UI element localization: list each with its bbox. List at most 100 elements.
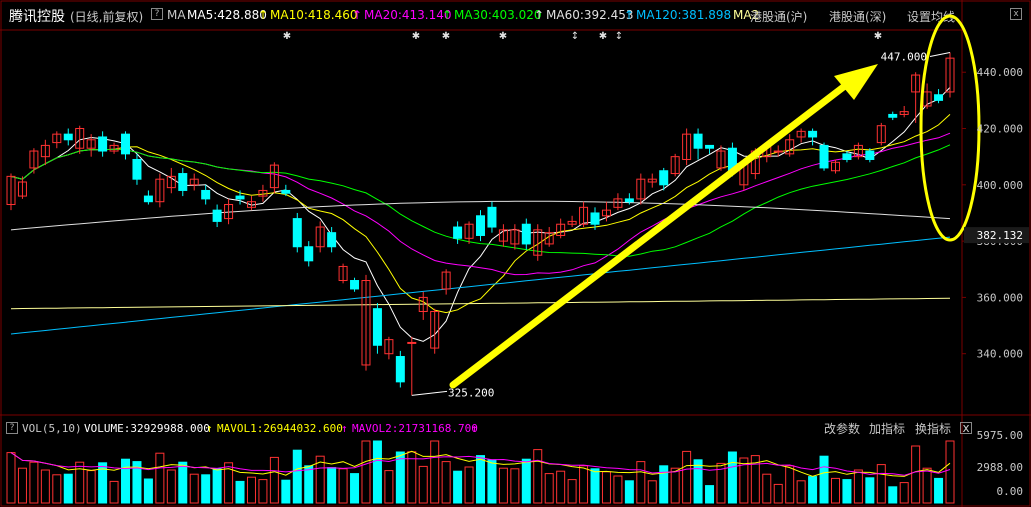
volume-bar xyxy=(384,470,394,504)
volume-bar xyxy=(613,475,623,504)
volume-bar xyxy=(86,470,96,504)
candle-body xyxy=(819,144,829,169)
candle-body xyxy=(304,246,314,262)
candle-body xyxy=(521,223,531,245)
candle-body xyxy=(842,153,852,160)
mavol2-trend-icon: ↑ xyxy=(471,422,478,435)
event-star-icon: ✱ xyxy=(442,31,450,42)
volume-bar xyxy=(727,451,737,504)
candle-body xyxy=(178,173,188,191)
candle-body xyxy=(659,170,669,186)
volume-bar xyxy=(17,467,27,504)
volume-bar xyxy=(441,461,451,504)
candle-body xyxy=(453,226,463,239)
volume-bar xyxy=(269,456,279,504)
candle-body xyxy=(143,195,153,203)
volume-bar xyxy=(601,471,611,504)
price-tick-label: 440.000 xyxy=(977,66,1023,79)
event-star-icon: ✱ xyxy=(874,31,882,42)
volume-bar xyxy=(785,465,795,504)
high-pointer xyxy=(929,52,951,58)
ma250-line xyxy=(10,297,951,310)
volume-bar xyxy=(533,449,543,504)
volume-bar xyxy=(29,461,39,504)
current-price-label: 382.132 xyxy=(977,229,1023,242)
volume-bar xyxy=(682,450,692,504)
candle-body xyxy=(395,356,405,383)
candle-body xyxy=(407,341,417,344)
volume-bar xyxy=(659,465,669,504)
volume-bar xyxy=(624,480,634,504)
volume-bar xyxy=(762,473,772,504)
volume-bar xyxy=(636,461,646,504)
volume-axis-label: 0.00 xyxy=(997,485,1024,498)
candle-body xyxy=(487,206,497,228)
high-price-label: 447.000 xyxy=(881,51,927,64)
candle-body xyxy=(590,212,600,225)
volume-bar xyxy=(556,470,566,504)
volume-label: VOL(5,10) xyxy=(22,422,82,435)
volume-bar xyxy=(945,440,955,504)
candle-body xyxy=(693,133,703,149)
volume-bar xyxy=(178,461,188,504)
mavol2-value: MAVOL2:21731168.700 xyxy=(352,422,478,435)
event-star-icon: ✱ xyxy=(499,31,507,42)
volume-bar xyxy=(258,479,268,504)
candle-body xyxy=(132,158,142,180)
volume-bar xyxy=(189,473,199,504)
price-tick-label: 400.000 xyxy=(977,179,1023,192)
candle-body xyxy=(476,215,485,236)
volume-value: VOLUME:32929988.000 xyxy=(84,422,210,435)
volume-bar xyxy=(590,468,600,504)
volume-bars: 5975.002988.000.00 xyxy=(6,429,1024,504)
volume-bar xyxy=(453,470,463,504)
candle-body xyxy=(281,189,291,194)
volume-close-button[interactable]: x xyxy=(960,422,972,434)
candle-body xyxy=(327,232,337,248)
volume-bar xyxy=(796,480,806,504)
volume-help-button[interactable]: ? xyxy=(6,422,18,434)
candle-body xyxy=(98,136,108,152)
volume-bar xyxy=(544,473,554,504)
mavol2-arrow-icon: ↑ xyxy=(341,422,348,435)
volume-bar xyxy=(773,483,783,504)
volume-bar xyxy=(121,458,131,504)
volume-bar xyxy=(52,474,62,504)
volume-axis-label: 2988.00 xyxy=(977,461,1023,474)
volume-bar xyxy=(819,455,829,504)
event-arrow-icon: ↕ xyxy=(615,31,623,42)
volume-bar xyxy=(281,479,291,504)
volume-bar xyxy=(693,459,703,504)
candle-body xyxy=(350,280,360,290)
event-star-icon: ✱ xyxy=(412,31,420,42)
volume-bar xyxy=(350,473,360,504)
volume-bar xyxy=(842,479,852,504)
volume-bar xyxy=(579,465,589,504)
change-params-button[interactable]: 改参数 xyxy=(824,420,860,437)
volume-bar xyxy=(911,445,921,504)
candle-body xyxy=(934,94,944,101)
volume-bar xyxy=(487,459,497,504)
candle-body xyxy=(888,113,898,118)
volume-bar xyxy=(865,477,875,504)
volume-bar xyxy=(155,452,165,504)
volume-bar xyxy=(63,473,73,504)
volume-bar xyxy=(361,440,371,504)
add-indicator-button[interactable]: 加指标 xyxy=(869,420,905,437)
low-price-label: 325.200 xyxy=(448,386,494,399)
candle-body xyxy=(773,150,783,153)
ma120-line xyxy=(10,236,951,335)
volume-bar xyxy=(464,466,474,504)
volume-bar xyxy=(166,469,176,504)
volume-bar xyxy=(338,468,348,504)
switch-indicator-button[interactable]: 换指标 xyxy=(915,420,951,437)
volume-bar xyxy=(670,467,680,504)
volume-bar xyxy=(934,477,944,504)
volume-bar xyxy=(430,440,440,504)
volume-bar xyxy=(899,482,909,504)
volume-bar xyxy=(212,468,222,504)
volume-bar xyxy=(853,469,863,504)
ma20-line xyxy=(10,132,951,276)
event-arrow-icon: ↕ xyxy=(571,31,579,42)
volume-bar xyxy=(6,452,16,504)
